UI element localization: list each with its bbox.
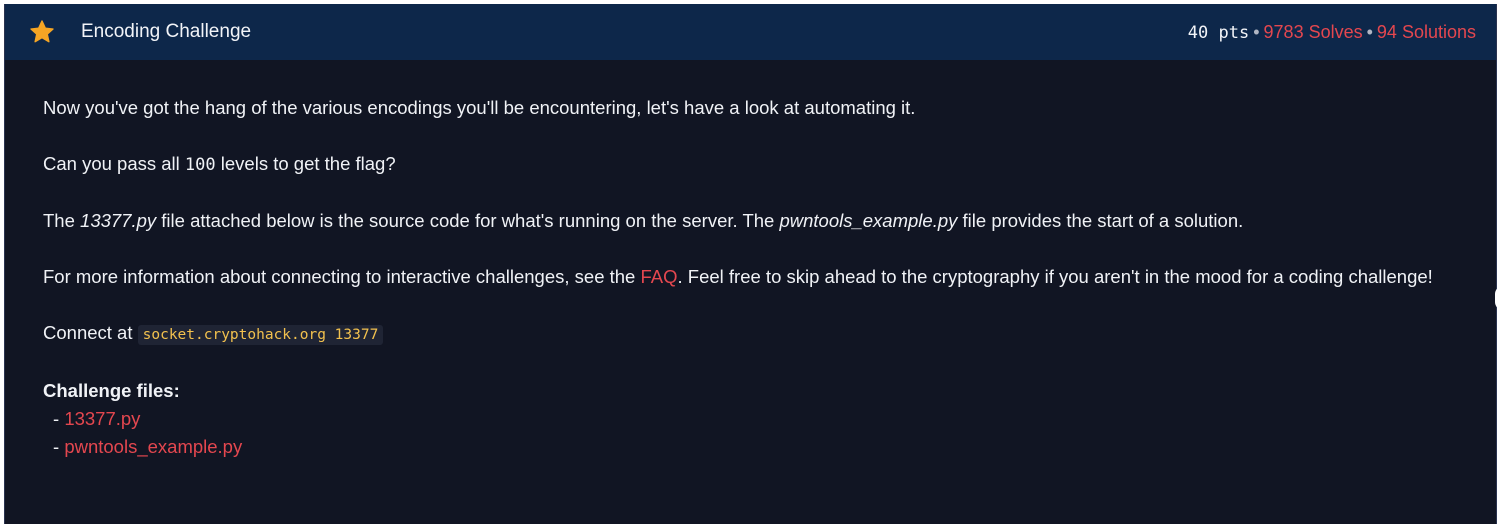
connect-paragraph: Connect at socket.cryptohack.org 13377 xyxy=(43,319,1496,349)
file-item: - pwntools_example.py xyxy=(43,433,1496,461)
files-text: file provides the start of a solution. xyxy=(957,210,1244,231)
levels-text: levels to get the flag? xyxy=(215,153,396,174)
solutions-link[interactable]: 94 Solutions xyxy=(1377,22,1476,42)
files-paragraph: The 13377.py file attached below is the … xyxy=(43,207,1496,235)
faq-text: For more information about connecting to… xyxy=(43,266,641,287)
files-text: file attached below is the source code f… xyxy=(156,210,780,231)
scroll-handle[interactable] xyxy=(1495,286,1503,310)
points-value: 40 pts xyxy=(1187,22,1250,43)
challenge-stats: 40 pts • 9783 Solves • 94 Solutions xyxy=(1188,22,1476,43)
faq-link[interactable]: FAQ xyxy=(640,266,677,287)
challenge-title: Encoding Challenge xyxy=(81,21,252,42)
stats-separator: • xyxy=(1366,21,1373,42)
intro-paragraph: Now you've got the hang of the various e… xyxy=(43,97,916,118)
server-file-name: 13377.py xyxy=(80,210,157,231)
server-address[interactable]: socket.cryptohack.org 13377 xyxy=(137,325,384,345)
example-file-name: pwntools_example.py xyxy=(779,210,958,231)
files-heading: Challenge files: xyxy=(43,380,180,401)
challenge-header[interactable]: Encoding Challenge 40 pts • 9783 Solves • 94… xyxy=(5,4,1496,60)
faq-text: . Feel free to skip ahead to the cryptog… xyxy=(677,266,1433,287)
files-text: The xyxy=(43,210,81,231)
stats-separator: • xyxy=(1253,21,1260,42)
solves-link[interactable]: 9783 Solves xyxy=(1264,22,1363,42)
file-link-13377[interactable]: 13377.py xyxy=(64,408,140,429)
file-link-pwntools-example[interactable]: pwntools_example.py xyxy=(64,436,242,457)
bullet: - xyxy=(53,436,65,457)
connect-label: Connect at xyxy=(43,322,138,343)
faq-paragraph: For more information about connecting to… xyxy=(43,263,1458,291)
file-item: - 13377.py xyxy=(43,405,1496,433)
levels-text: Can you pass all xyxy=(43,153,185,174)
challenge-panel: Encoding Challenge 40 pts • 9783 Solves • 94… xyxy=(4,4,1497,524)
levels-paragraph: Can you pass all 100 levels to get the f… xyxy=(43,150,1496,179)
challenge-files: Challenge files: - 13377.py - pwntools_e… xyxy=(43,377,1496,461)
bullet: - xyxy=(53,408,65,429)
challenge-description: Now you've got the hang of the various e… xyxy=(5,60,1496,461)
star-icon xyxy=(27,17,57,47)
levels-number: 100 xyxy=(184,155,216,175)
